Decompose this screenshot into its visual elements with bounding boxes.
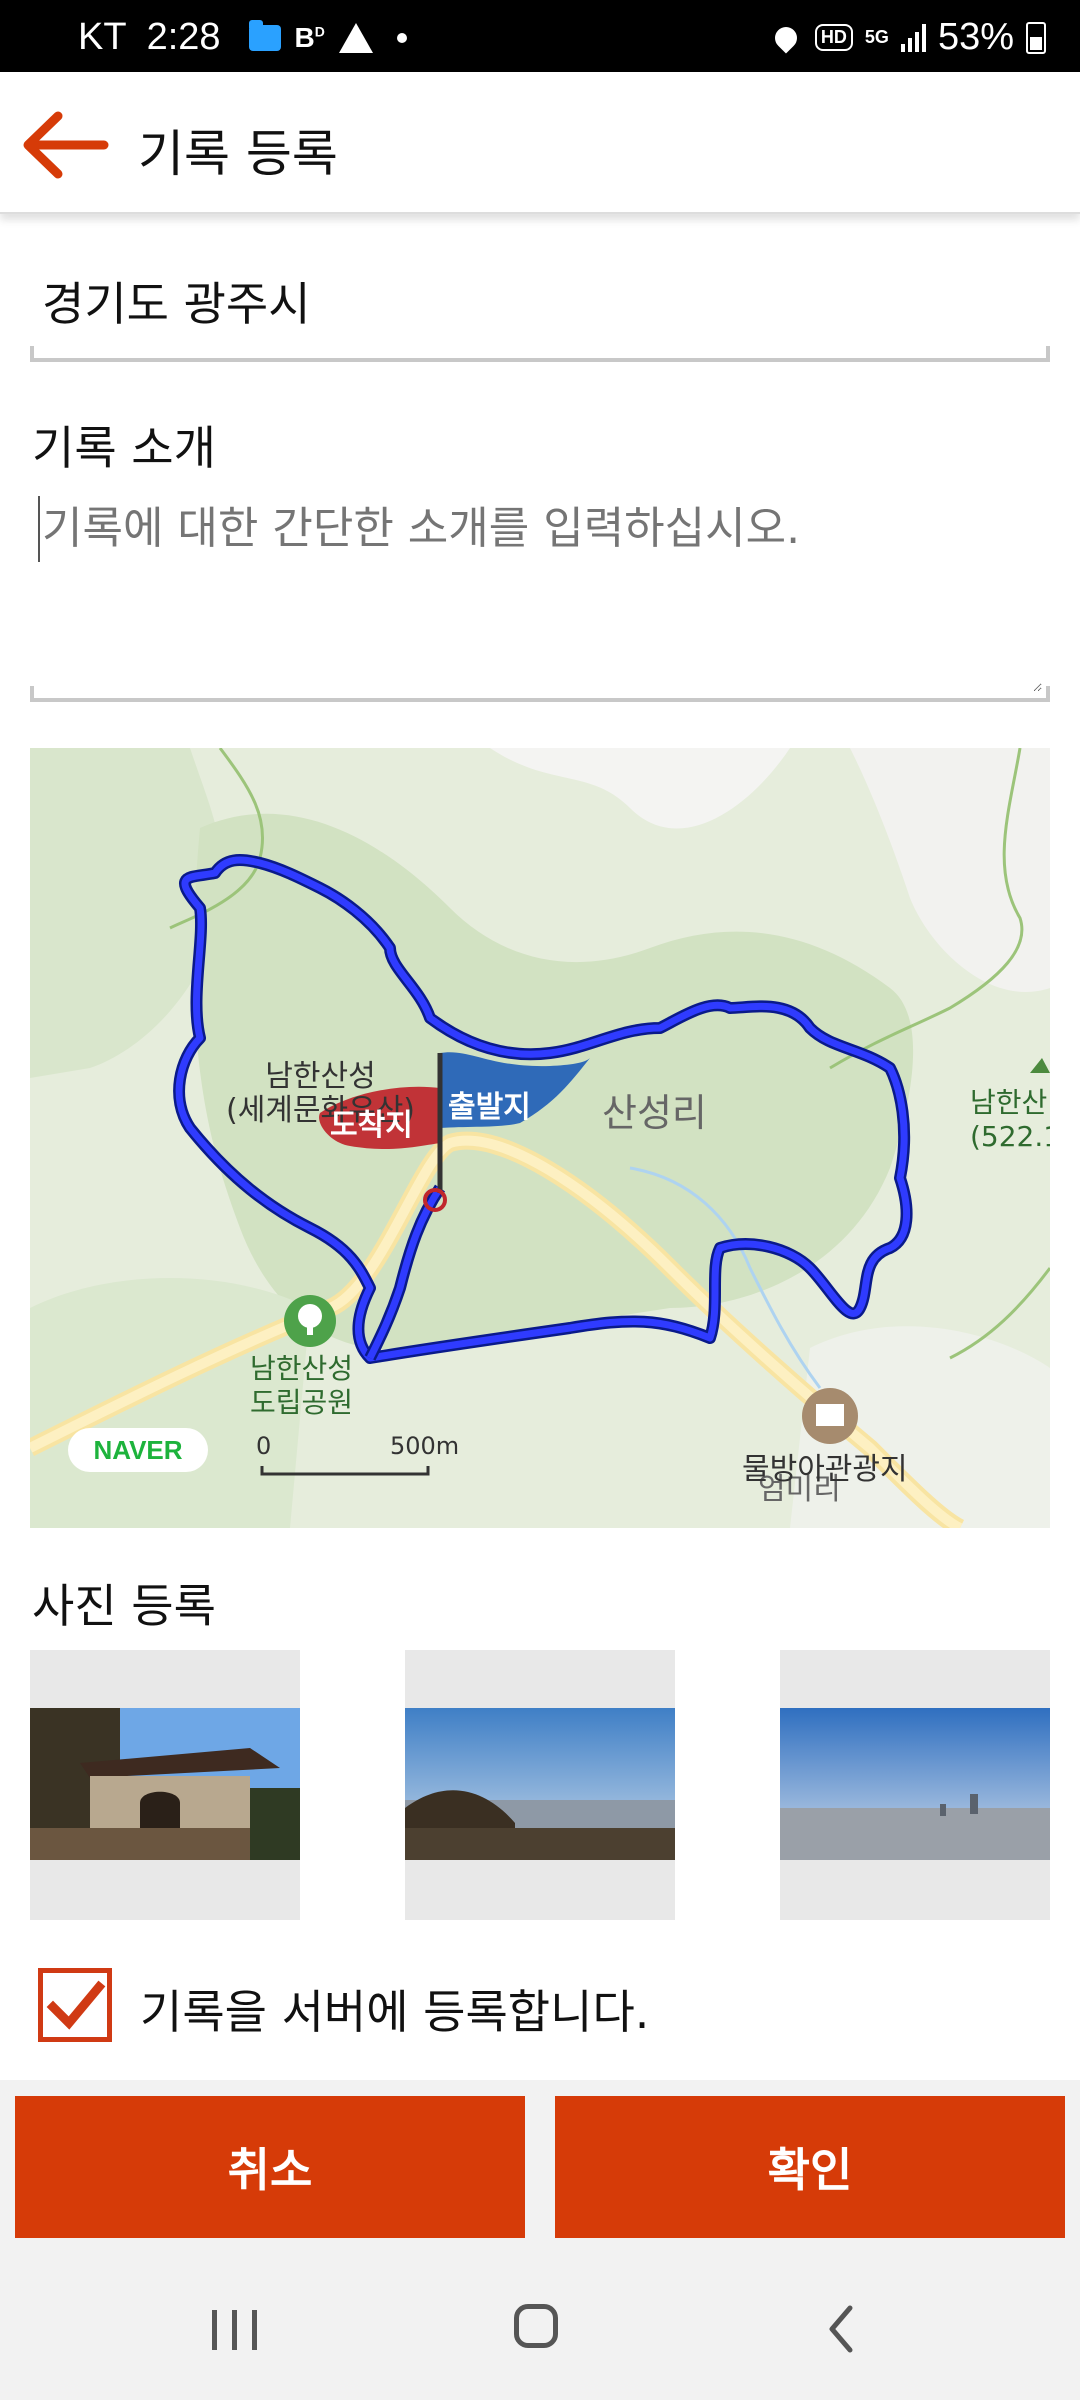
- carrier-label: KT: [78, 16, 127, 58]
- place-label-village: 산성리: [602, 1091, 707, 1135]
- route-map[interactable]: NAVER 0 500m 남한산성 (세계문화유산) 도착지 출발지 산성리 남…: [30, 748, 1050, 1528]
- intro-input[interactable]: [38, 492, 1042, 692]
- scale-start-label: 0: [256, 1432, 272, 1460]
- status-bar: KT 2:28 BD HD 5G 53%: [0, 0, 1080, 72]
- clock: 2:28: [146, 16, 221, 58]
- photo-city-view-2: [780, 1708, 1050, 1860]
- button-bar: 취소 확인: [0, 2080, 1080, 2254]
- battery-percent: 53%: [937, 16, 1014, 58]
- b-icon: BD: [294, 21, 325, 53]
- dot-icon: [396, 32, 407, 43]
- hd-icon: HD: [814, 24, 853, 51]
- signal-icon: [900, 23, 926, 52]
- end-flag-label: 도착지: [330, 1108, 413, 1143]
- recent-apps-icon[interactable]: [212, 2310, 258, 2350]
- naver-logo: NAVER: [68, 1428, 208, 1472]
- page-title: 기록 등록: [138, 125, 338, 183]
- photo-fortress-gate: [30, 1708, 300, 1860]
- scale-end-label: 500m: [390, 1432, 460, 1460]
- place-label-park: 남한산성 도립공원: [250, 1352, 354, 1419]
- start-flag-label: 출발지: [448, 1090, 531, 1125]
- 5g-icon: 5G: [864, 27, 889, 47]
- intro-label: 기록 소개: [32, 421, 216, 475]
- photo-slot-3[interactable]: [780, 1650, 1050, 1920]
- intro-input-underline: [30, 686, 1050, 702]
- server-upload-checkbox[interactable]: [38, 1968, 112, 2042]
- region-field-underline: [30, 346, 1050, 362]
- app-bar: 기록 등록: [0, 72, 1080, 214]
- place-label-mountain: 남한산 (522.1: [970, 1086, 1050, 1153]
- arrow-left-icon: [23, 111, 109, 179]
- location-icon: [770, 21, 802, 54]
- battery-icon: [1026, 21, 1046, 54]
- folder-icon: [248, 19, 281, 51]
- photo-city-view-1: [405, 1708, 675, 1860]
- photos-label: 사진 등록: [32, 1579, 216, 1633]
- system-nav-bar: [0, 2254, 1080, 2400]
- map-canvas: [30, 748, 1050, 1528]
- photo-slot-2[interactable]: [405, 1650, 675, 1920]
- confirm-button[interactable]: 확인: [555, 2096, 1065, 2238]
- cancel-button[interactable]: 취소: [15, 2096, 525, 2238]
- back-icon[interactable]: [826, 2304, 856, 2354]
- warning-icon: [338, 22, 373, 53]
- home-icon[interactable]: [514, 2304, 558, 2348]
- photo-slot-1[interactable]: [30, 1650, 300, 1920]
- back-button[interactable]: [20, 110, 112, 180]
- place-label-museum: 물방아관광지: [742, 1452, 908, 1487]
- checkmark-icon: [46, 1980, 106, 2030]
- text-cursor: [38, 496, 40, 562]
- region-field[interactable]: 경기도 광주시: [42, 268, 311, 334]
- server-upload-label: 기록을 서버에 등록합니다.: [140, 1985, 650, 2039]
